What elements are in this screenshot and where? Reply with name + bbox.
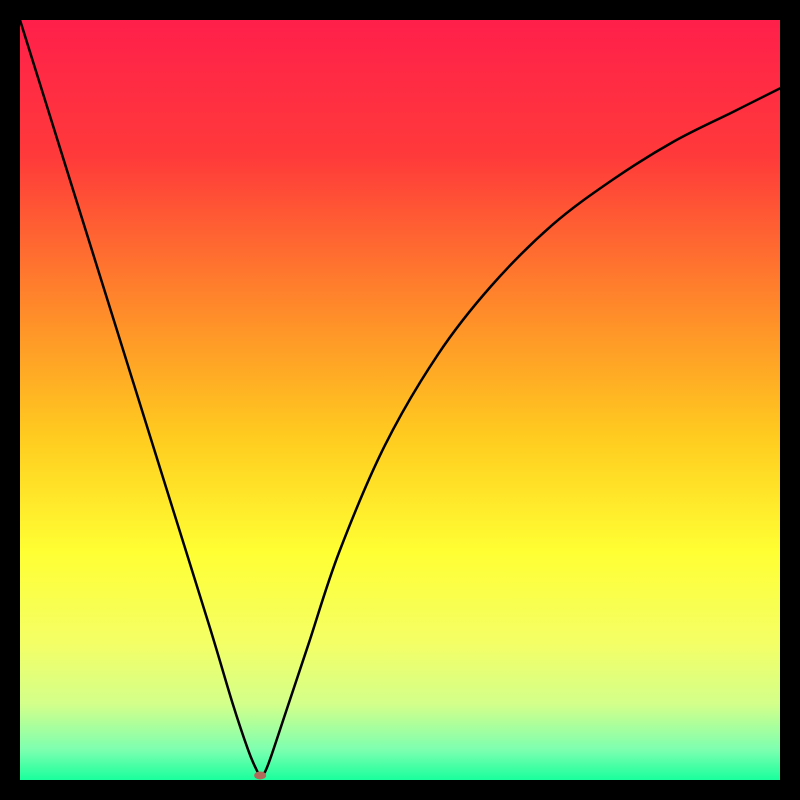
minimum-marker xyxy=(254,771,266,779)
gradient-background xyxy=(20,20,780,780)
bottleneck-plot xyxy=(20,20,780,780)
chart-frame: TheBottleneck.com xyxy=(20,20,780,780)
